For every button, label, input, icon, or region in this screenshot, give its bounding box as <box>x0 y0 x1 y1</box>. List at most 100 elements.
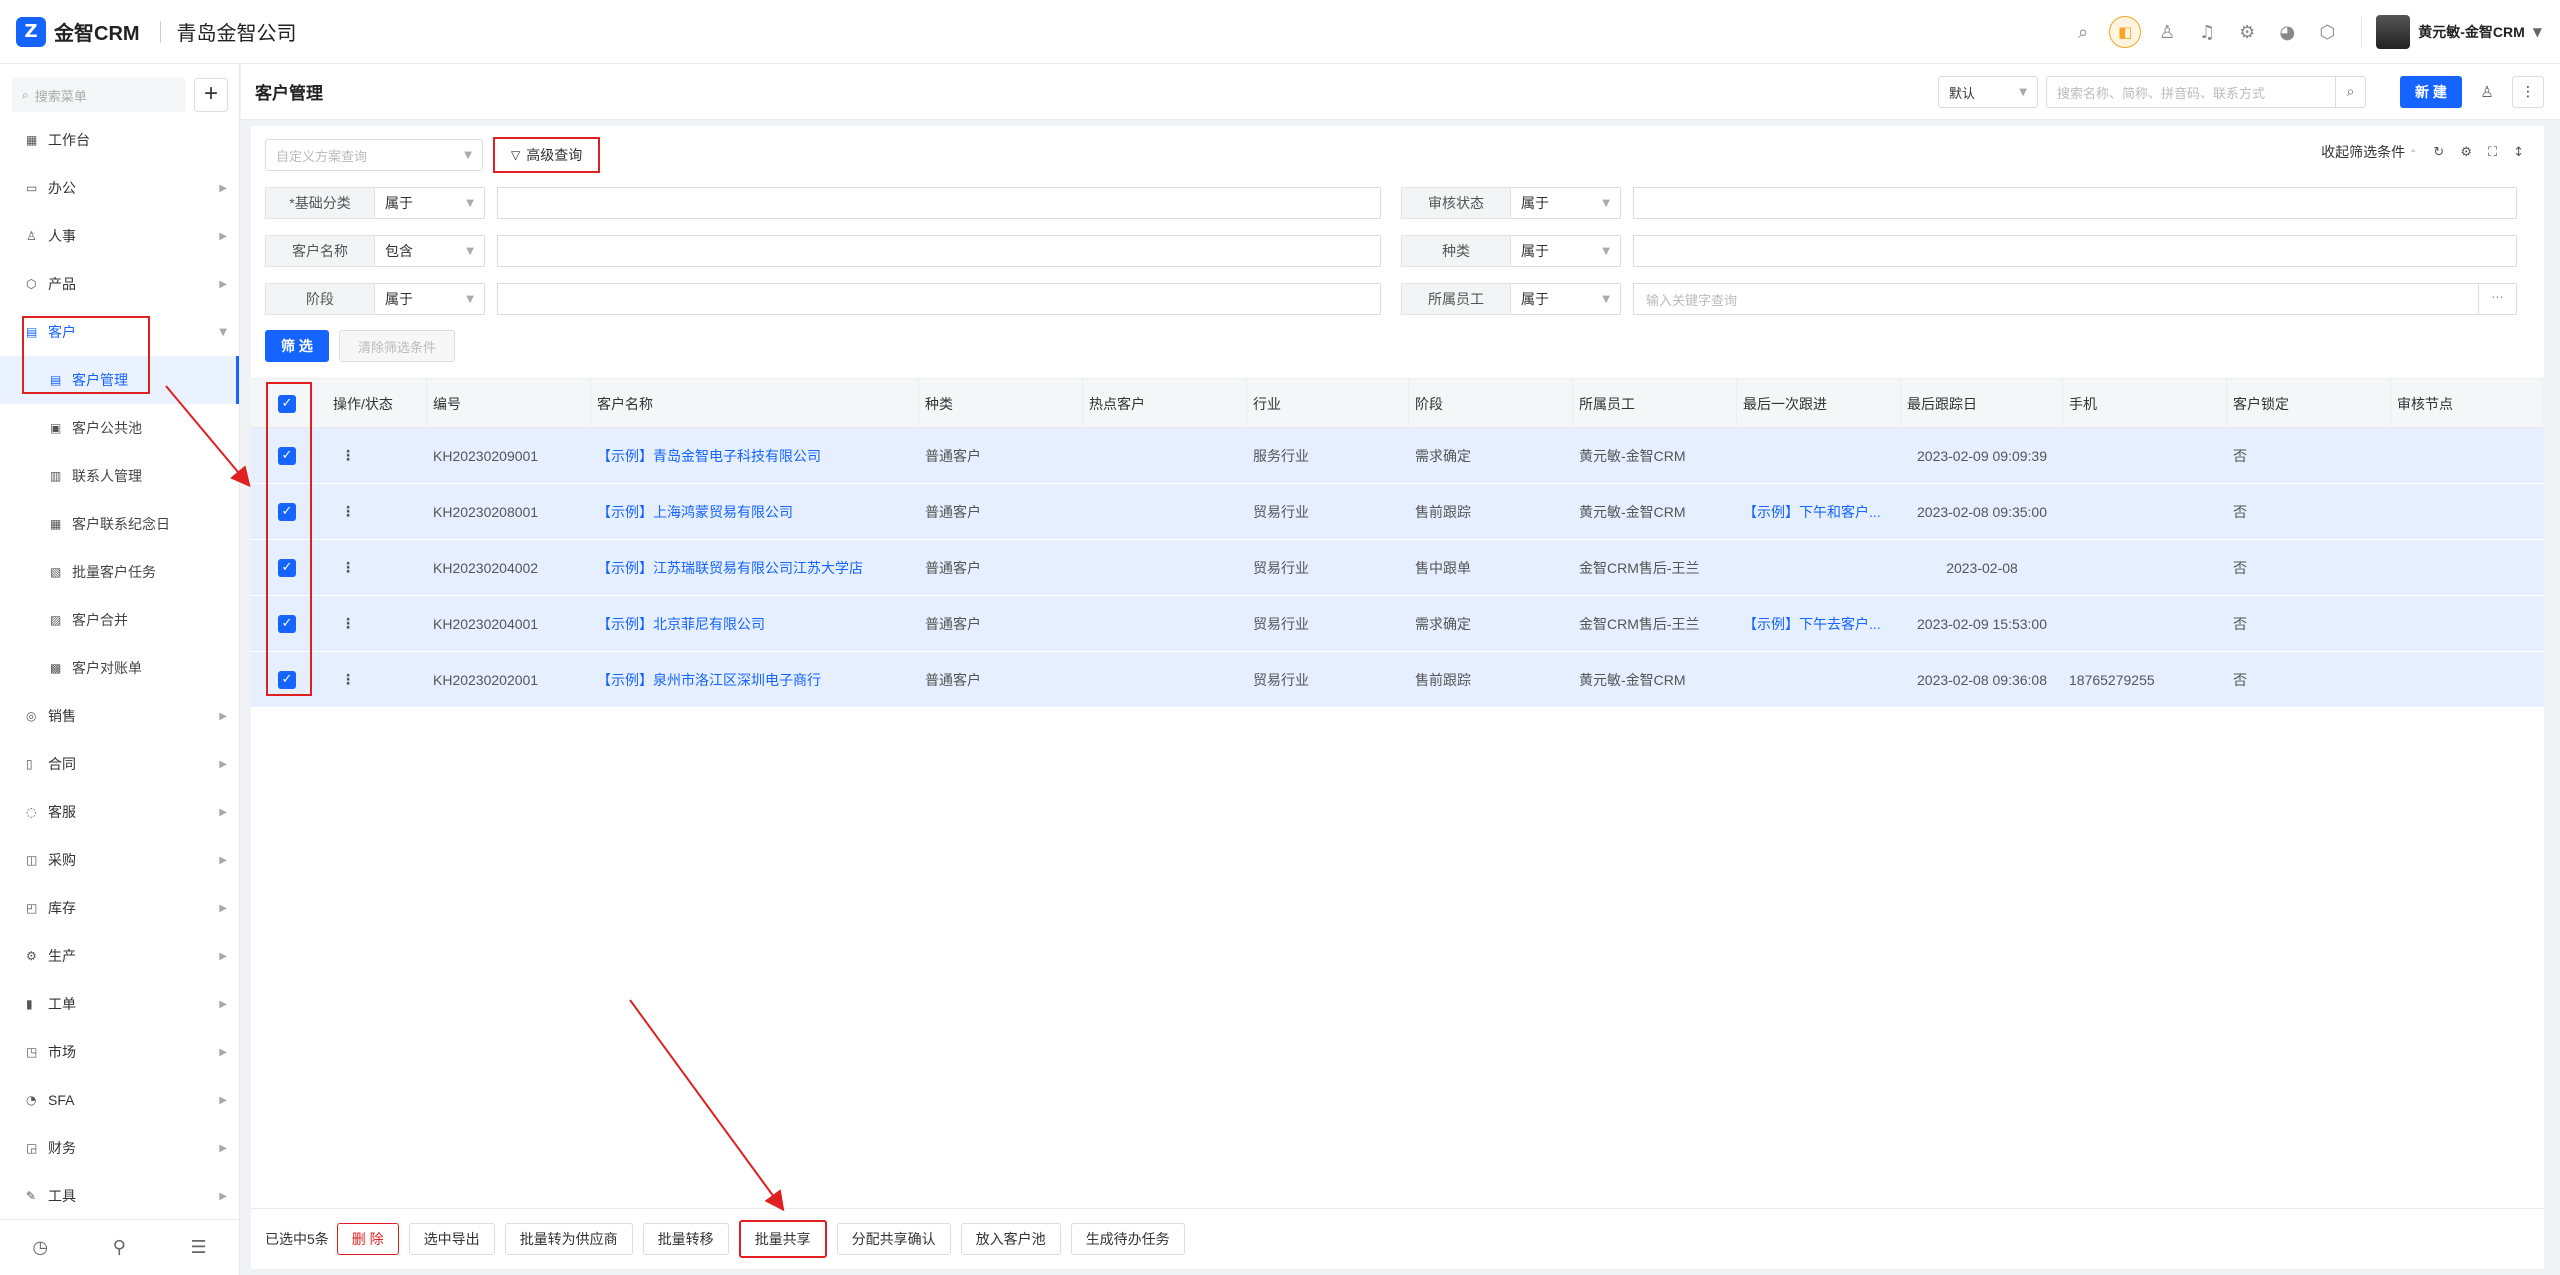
export-selected-button[interactable]: 选中导出 <box>408 1223 495 1255</box>
voice-icon[interactable]: ◧ <box>2109 16 2142 48</box>
scheme-select[interactable]: 自定义方案查询 ▼ <box>265 139 483 171</box>
sidebar-item[interactable]: ▦ 工作台 <box>0 116 239 164</box>
row-actions-icon[interactable]: ⋮ <box>341 428 355 484</box>
sidebar-item[interactable]: ▮ 工单 ▶ <box>0 980 239 1028</box>
sidebar-item[interactable]: ◎ 销售 ▶ <box>0 692 239 740</box>
cell-last-follow[interactable] <box>1737 428 1901 484</box>
sidebar-item[interactable]: ▩ 客户对账单 <box>0 644 239 692</box>
filter-value-input[interactable] <box>1633 187 2517 219</box>
sidebar-item[interactable]: ◲ 财务 ▶ <box>0 1124 239 1172</box>
sidebar-item[interactable]: ▤ 客户管理 <box>0 356 239 404</box>
column-header[interactable]: 审核节点 <box>2391 379 2543 429</box>
app-logo[interactable]: Z 金智CRM <box>16 16 140 47</box>
filter-operator-select[interactable]: 属于 ▼ <box>375 283 485 315</box>
sidebar-item[interactable]: ♙ 人事 ▶ <box>0 212 239 260</box>
column-header[interactable]: 最后一次跟进 <box>1737 379 1901 429</box>
refresh-icon[interactable]: ↻ <box>2433 145 2444 160</box>
cell-last-follow[interactable]: 【示例】下午去客户... <box>1737 596 1901 652</box>
filter-settings-icon[interactable]: ⚲ <box>113 1237 126 1258</box>
advanced-query-button[interactable]: ▽ 高级查询 <box>493 137 601 173</box>
add-menu-button[interactable]: + <box>194 78 228 112</box>
sidebar-item[interactable]: ⬡ 产品 ▶ <box>0 260 239 308</box>
menu-search-input[interactable]: ⌕ 搜索菜单 <box>12 78 186 112</box>
search-icon[interactable]: ⌕ <box>2335 77 2365 107</box>
search-icon[interactable]: ⌕ <box>2063 22 2103 43</box>
column-header[interactable]: 手机 <box>2063 379 2227 429</box>
chevron-down-icon[interactable]: ▼ <box>2533 25 2542 39</box>
row-checkbox[interactable]: ✓ <box>278 447 296 465</box>
filter-operator-select[interactable]: 属于 ▼ <box>1511 283 1621 315</box>
chart-icon[interactable]: ◕ <box>2267 22 2307 43</box>
filter-value-input[interactable] <box>1633 235 2517 267</box>
contacts-icon[interactable]: ♙ <box>2147 22 2187 43</box>
sidebar-item[interactable]: ◰ 库存 ▶ <box>0 884 239 932</box>
cell-name[interactable]: 【示例】上海鸿蒙贸易有限公司 <box>591 484 919 540</box>
table-row[interactable]: ✓ ⋮ KH20230208001 【示例】上海鸿蒙贸易有限公司 普通客户 贸易行业 售前跟… <box>251 484 2544 540</box>
column-header[interactable]: 客户锁定 <box>2227 379 2391 429</box>
cell-name[interactable]: 【示例】江苏瑞联贸易有限公司江苏大学店 <box>591 540 919 596</box>
bell-icon[interactable]: ♫ <box>2187 22 2227 43</box>
history-icon[interactable]: ◷ <box>32 1237 48 1258</box>
batch-transfer-button[interactable]: 批量转移 <box>642 1223 729 1255</box>
cell-last-follow[interactable]: 【示例】下午和客户... <box>1737 484 1901 540</box>
filter-operator-select[interactable]: 属于 ▼ <box>1511 187 1621 219</box>
create-todo-button[interactable]: 生成待办任务 <box>1070 1223 1185 1255</box>
sidebar-item[interactable]: ▧ 批量客户任务 <box>0 548 239 596</box>
sidebar-item[interactable]: ▭ 办公 ▶ <box>0 164 239 212</box>
sidebar-item[interactable]: ▥ 联系人管理 <box>0 452 239 500</box>
row-checkbox[interactable]: ✓ <box>278 559 296 577</box>
delete-button[interactable]: 删 除 <box>336 1223 399 1255</box>
sidebar-item[interactable]: ◫ 采购 ▶ <box>0 836 239 884</box>
table-row[interactable]: ✓ ⋮ KH20230204001 【示例】北京菲尼有限公司 普通客户 贸易行业 需求确定 金… <box>251 596 2544 652</box>
sidebar-item[interactable]: ▨ 客户合并 <box>0 596 239 644</box>
cell-last-follow[interactable] <box>1737 652 1901 708</box>
column-header[interactable]: 行业 <box>1247 379 1409 429</box>
filter-button[interactable]: 筛 选 <box>265 330 329 362</box>
collapse-filter-button[interactable]: 收起筛选条件 ⌃ <box>2321 142 2417 162</box>
row-actions-icon[interactable]: ⋮ <box>341 652 355 708</box>
user-name[interactable]: 黄元敏-金智CRM <box>2418 22 2525 42</box>
column-header[interactable]: 阶段 <box>1409 379 1573 429</box>
cube-icon[interactable]: ⬡ <box>2307 22 2347 43</box>
table-row[interactable]: ✓ ⋮ KH20230209001 【示例】青岛金智电子科技有限公司 普通客户 服务行业 需… <box>251 428 2544 484</box>
staff-keyword-input[interactable]: 输入关键字查询 ··· <box>1633 283 2517 315</box>
sidebar-item[interactable]: ⚙ 生产 ▶ <box>0 932 239 980</box>
filter-value-input[interactable] <box>497 187 1381 219</box>
cell-name[interactable]: 【示例】青岛金智电子科技有限公司 <box>591 428 919 484</box>
customer-search-input[interactable]: 搜索名称、简称、拼音码、联系方式 ⌕ <box>2046 76 2366 108</box>
table-row[interactable]: ✓ ⋮ KH20230204002 【示例】江苏瑞联贸易有限公司江苏大学店 普通客户 贸易… <box>251 540 2544 596</box>
cell-name[interactable]: 【示例】泉州市洛江区深圳电子商行 <box>591 652 919 708</box>
column-header[interactable]: 种类 <box>919 379 1083 429</box>
row-actions-icon[interactable]: ⋮ <box>341 596 355 652</box>
sidebar-item[interactable]: ▤ 客户 ▼ <box>0 308 239 356</box>
column-header[interactable]: 操作/状态 <box>327 379 427 429</box>
filter-operator-select[interactable]: 属于 ▼ <box>1511 235 1621 267</box>
filter-value-input[interactable] <box>497 235 1381 267</box>
column-header[interactable]: 编号 <box>427 379 591 429</box>
filter-value-input[interactable] <box>497 283 1381 315</box>
row-checkbox[interactable]: ✓ <box>278 615 296 633</box>
sidebar-item[interactable]: ▯ 合同 ▶ <box>0 740 239 788</box>
cell-last-follow[interactable] <box>1737 540 1901 596</box>
clear-filter-button[interactable]: 清除筛选条件 <box>339 330 455 362</box>
avatar[interactable] <box>2376 15 2411 49</box>
column-header[interactable]: 热点客户 <box>1083 379 1247 429</box>
user-icon[interactable]: ♙ <box>2470 83 2504 101</box>
filter-operator-select[interactable]: 属于 ▼ <box>375 187 485 219</box>
settings-icon[interactable]: ⚙ <box>2227 22 2267 43</box>
new-button[interactable]: 新 建 <box>2400 76 2462 108</box>
batch-to-supplier-button[interactable]: 批量转为供应商 <box>504 1223 633 1255</box>
view-select[interactable]: 默认 ▼ <box>1938 76 2038 108</box>
fullscreen-icon[interactable]: ⛶ <box>2488 145 2497 160</box>
column-header[interactable]: 客户名称 <box>591 379 919 429</box>
filter-operator-select[interactable]: 包含 ▼ <box>375 235 485 267</box>
move-to-pool-button[interactable]: 放入客户池 <box>960 1223 1061 1255</box>
settings-icon[interactable]: ⚙ <box>2460 145 2472 160</box>
more-icon[interactable]: ⋮ <box>2512 76 2544 108</box>
sidebar-item[interactable]: ▦ 客户联系纪念日 <box>0 500 239 548</box>
table-row[interactable]: ✓ ⋮ KH20230202001 【示例】泉州市洛江区深圳电子商行 普通客户 贸易行业 售… <box>251 652 2544 708</box>
select-all-checkbox[interactable]: ✓ <box>278 395 296 413</box>
column-header[interactable]: 所属员工 <box>1573 379 1737 429</box>
sidebar-item[interactable]: ◳ 市场 ▶ <box>0 1028 239 1076</box>
assign-share-confirm-button[interactable]: 分配共享确认 <box>836 1223 951 1255</box>
